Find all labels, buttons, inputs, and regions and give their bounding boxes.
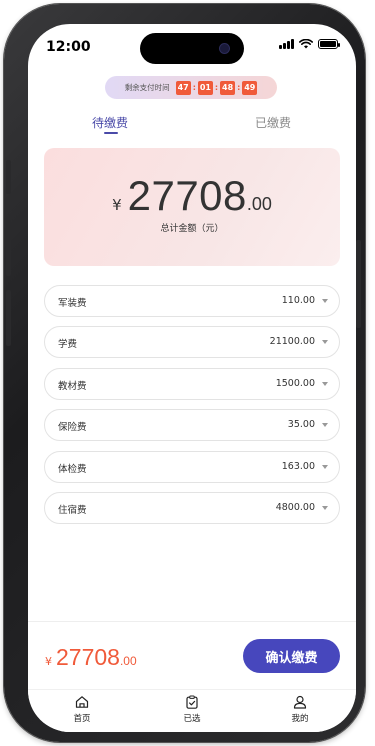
battery-icon bbox=[318, 39, 340, 49]
dropdown-arrow-icon bbox=[322, 382, 328, 386]
clipboard-check-icon bbox=[186, 695, 198, 709]
fee-name: 体检费 bbox=[58, 464, 87, 475]
status-icons bbox=[279, 39, 340, 49]
fee-name: 军装费 bbox=[58, 298, 87, 309]
fee-item[interactable]: 住宿费 4800.00 bbox=[44, 492, 340, 524]
tabbar-label: 我的 bbox=[291, 714, 309, 724]
status-bar: 12:00 bbox=[28, 24, 356, 70]
signal-icon bbox=[279, 39, 294, 49]
dropdown-arrow-icon bbox=[322, 299, 328, 303]
fee-item[interactable]: 保险费 35.00 bbox=[44, 409, 340, 441]
bottom-tab-bar: 首页 已选 我的 bbox=[28, 689, 356, 732]
currency-symbol: ¥ bbox=[112, 196, 122, 214]
volume-up-button bbox=[6, 220, 11, 276]
status-time: 12:00 bbox=[46, 39, 91, 55]
checkout-amount-integer: 27708 bbox=[56, 644, 120, 670]
total-amount-caption: 总计金额（元） bbox=[160, 224, 224, 234]
countdown-separator: : bbox=[237, 83, 241, 92]
countdown-label: 剩余支付时间 bbox=[124, 83, 170, 92]
confirm-payment-button[interactable]: 确认缴费 bbox=[243, 639, 340, 673]
tabbar-item-selected[interactable]: 已选 bbox=[162, 695, 222, 724]
countdown-centiseconds: 49 bbox=[242, 80, 258, 95]
fee-name: 住宿费 bbox=[58, 505, 87, 516]
dropdown-arrow-icon bbox=[322, 340, 328, 344]
fee-item[interactable]: 学费 21100.00 bbox=[44, 326, 340, 358]
fee-item[interactable]: 教材费 1500.00 bbox=[44, 368, 340, 400]
checkout-currency-symbol: ¥ bbox=[45, 655, 52, 668]
camera-icon bbox=[219, 43, 230, 54]
home-icon bbox=[75, 696, 89, 708]
dropdown-arrow-icon bbox=[322, 423, 328, 427]
countdown-separator: : bbox=[192, 83, 196, 92]
fee-amount: 163.00 bbox=[281, 461, 315, 472]
tabbar-item-mine[interactable]: 我的 bbox=[270, 695, 330, 724]
user-icon bbox=[293, 695, 307, 709]
mute-switch bbox=[6, 160, 11, 194]
dynamic-island bbox=[140, 33, 244, 64]
total-amount-decimal: .00 bbox=[246, 194, 272, 214]
volume-down-button bbox=[6, 290, 11, 346]
dropdown-arrow-icon bbox=[322, 465, 328, 469]
countdown-hours: 47 bbox=[175, 80, 191, 95]
fee-item[interactable]: 体检费 163.00 bbox=[44, 451, 340, 483]
total-amount-display: ¥ 27708 .00 bbox=[44, 172, 340, 220]
countdown-seconds: 48 bbox=[220, 80, 236, 95]
active-tab-indicator bbox=[104, 132, 118, 134]
tab-paid[interactable]: 已缴费 bbox=[255, 114, 291, 131]
tabbar-label: 已选 bbox=[183, 714, 201, 724]
dropdown-arrow-icon bbox=[322, 506, 328, 510]
tabbar-item-home[interactable]: 首页 bbox=[52, 695, 112, 724]
fee-amount: 1500.00 bbox=[275, 378, 315, 389]
checkout-bar: ¥ 27708 .00 确认缴费 bbox=[28, 621, 356, 689]
fee-amount: 110.00 bbox=[281, 295, 315, 306]
fee-item[interactable]: 军装费 110.00 bbox=[44, 285, 340, 317]
countdown-separator: : bbox=[214, 83, 219, 92]
power-button bbox=[356, 240, 361, 328]
payment-countdown: 剩余支付时间 47 : 01 : 48 : 49 bbox=[105, 76, 277, 99]
checkout-amount-decimal: .00 bbox=[119, 654, 137, 668]
fee-amount: 35.00 bbox=[287, 419, 315, 430]
total-summary-card: ¥ 27708 .00 总计金额（元） bbox=[44, 148, 340, 266]
fee-amount: 21100.00 bbox=[269, 336, 315, 347]
total-amount-integer: 27708 bbox=[127, 172, 247, 219]
fee-name: 教材费 bbox=[58, 381, 87, 392]
tabbar-label: 首页 bbox=[73, 714, 91, 724]
fee-name: 保险费 bbox=[58, 422, 87, 433]
fee-amount: 4800.00 bbox=[275, 502, 315, 513]
payment-tabs: 待缴费 已缴费 bbox=[28, 114, 356, 140]
phone-frame: 12:00 剩余支付时间 47 : 01 : 48: 49 待缴费 已缴费 ¥… bbox=[4, 4, 365, 742]
fee-name: 学费 bbox=[58, 339, 78, 350]
screen: 12:00 剩余支付时间 47 : 01 : 48: 49 待缴费 已缴费 ¥… bbox=[28, 24, 356, 732]
wifi-icon bbox=[299, 39, 313, 49]
countdown-minutes: 01 bbox=[197, 80, 213, 95]
checkout-total: ¥ 27708 .00 bbox=[45, 644, 137, 671]
tab-pending[interactable]: 待缴费 bbox=[92, 114, 128, 131]
